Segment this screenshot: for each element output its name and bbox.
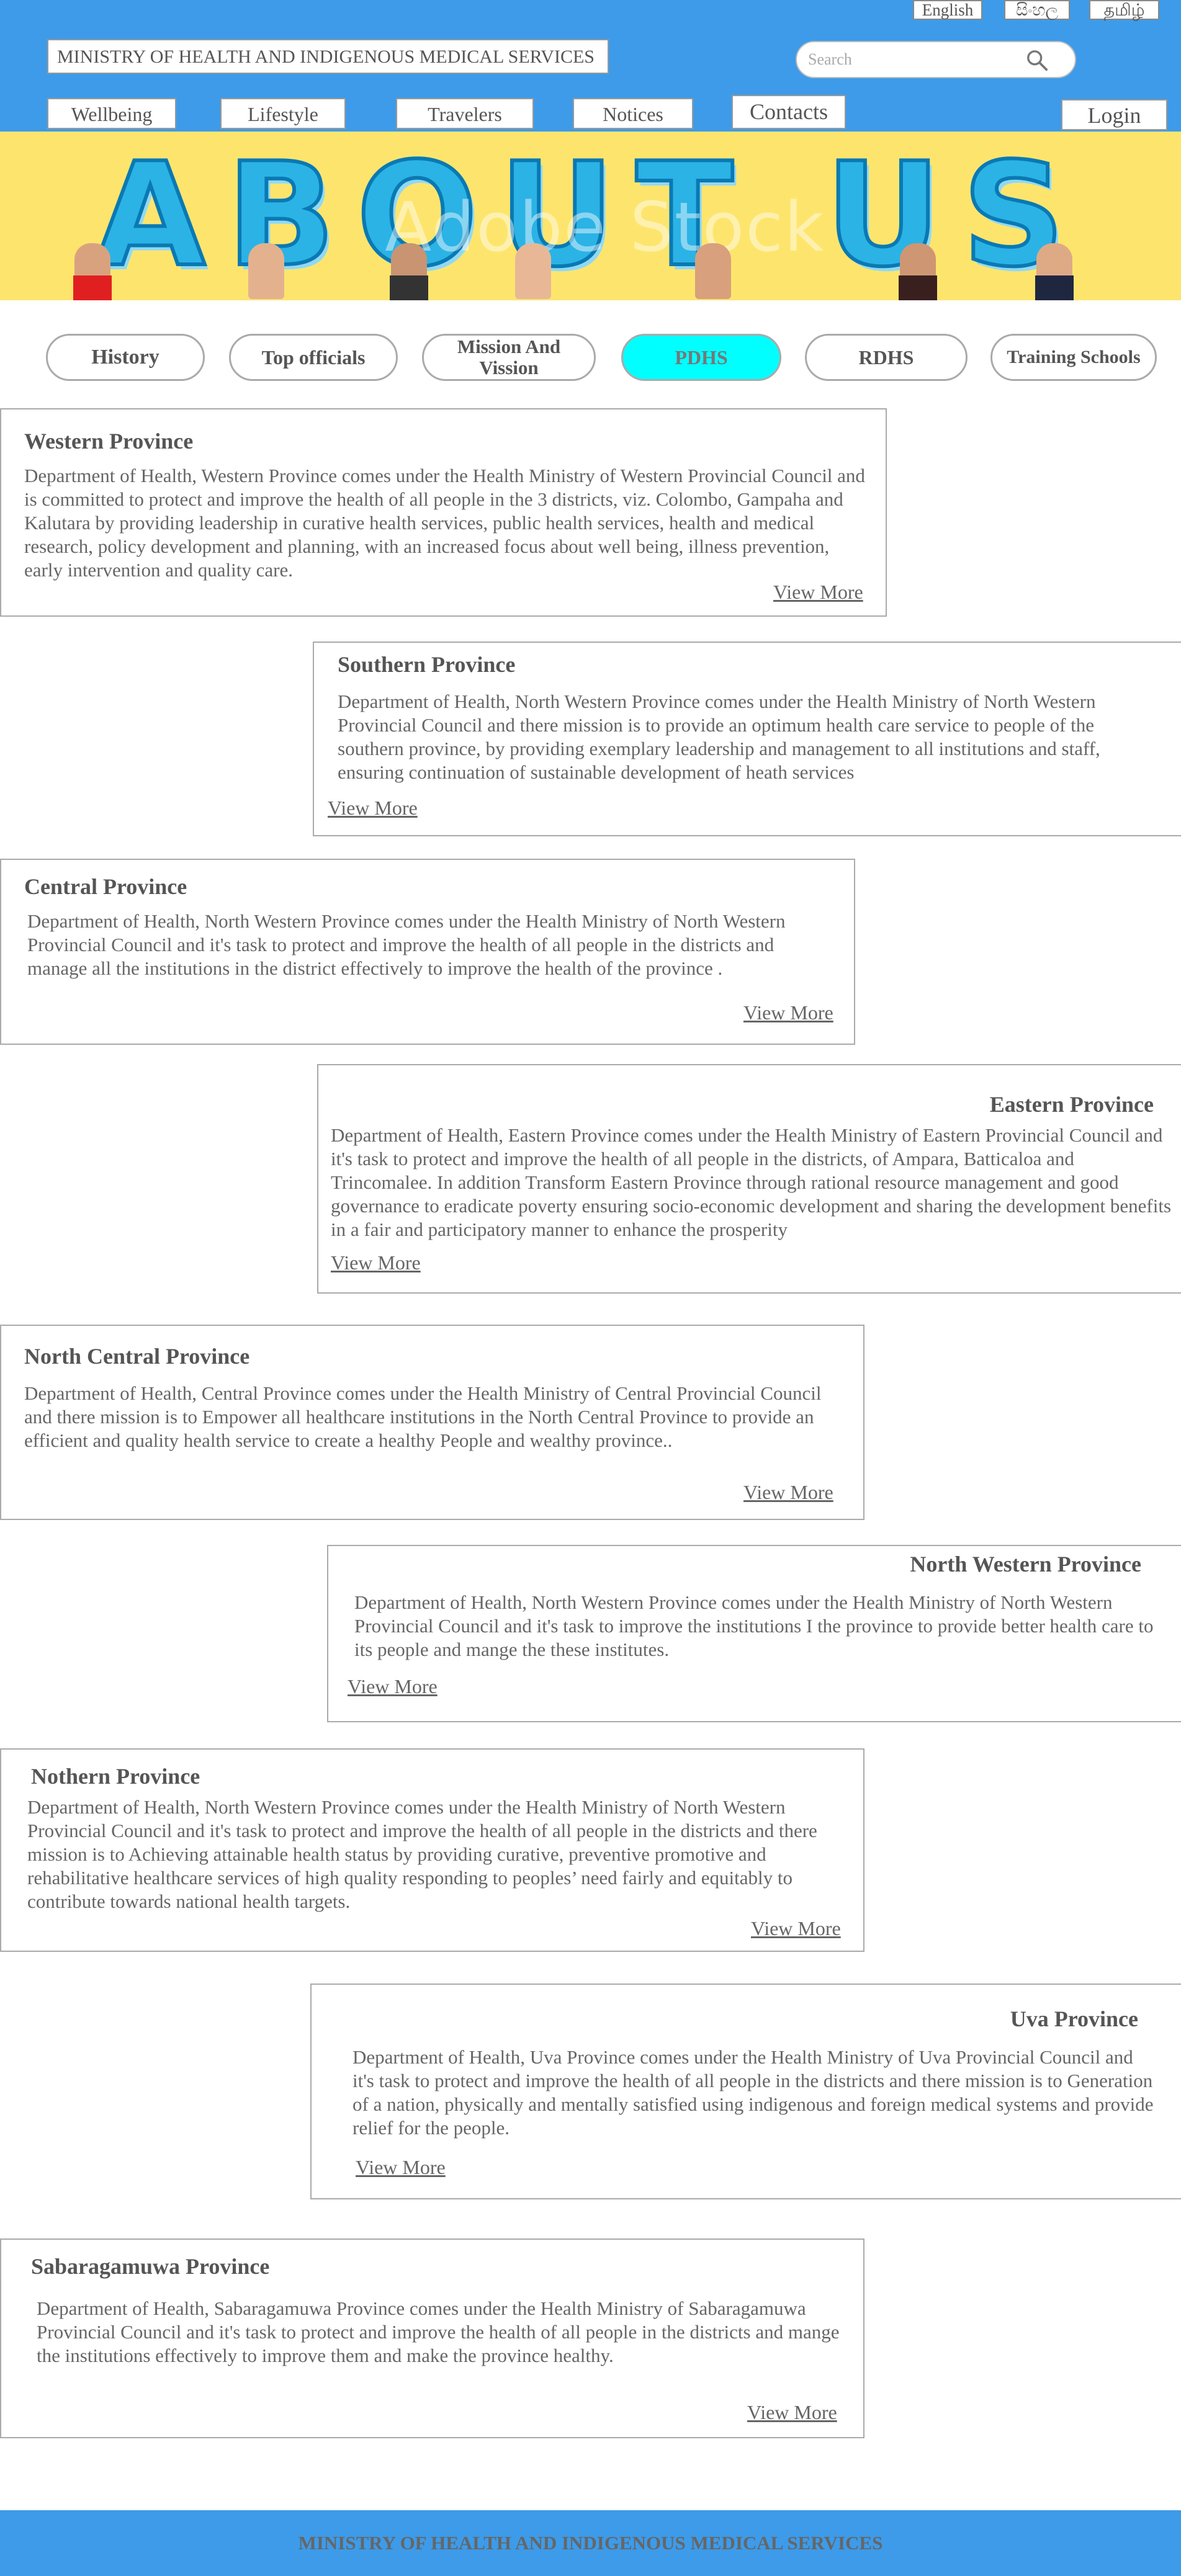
nav-lifestyle[interactable]: Lifestyle [220, 98, 346, 129]
tab-rdhs[interactable]: RDHS [805, 334, 968, 381]
province-card-north-western: North Western Province Department of Hea… [327, 1545, 1181, 1722]
login-button[interactable]: Login [1061, 99, 1167, 130]
province-card-uva: Uva Province Department of Health, Uva P… [310, 1983, 1181, 2199]
footer-ministry-title: MINISTRY OF HEALTH AND INDIGENOUS MEDICA… [298, 2532, 883, 2554]
province-title: Central Province [24, 874, 187, 899]
province-title: Southern Province [338, 652, 516, 677]
province-title: Nothern Province [31, 1764, 200, 1789]
nav-travelers[interactable]: Travelers [396, 98, 534, 129]
province-title: Uva Province [1010, 2006, 1138, 2031]
province-card-sabaragamuwa: Sabaragamuwa Province Department of Heal… [0, 2238, 864, 2438]
banner-watermark: Adobe Stock [385, 187, 825, 267]
sleeve-image [390, 275, 428, 300]
language-english-button[interactable]: English [913, 0, 982, 20]
view-more-link[interactable]: View More [747, 2401, 837, 2424]
hand-image [248, 243, 284, 299]
view-more-link[interactable]: View More [743, 1481, 833, 1504]
province-description: Department of Health, Sabaragamuwa Provi… [37, 2297, 840, 2366]
province-card-central: Central Province Department of Health, N… [0, 859, 855, 1045]
view-more-link[interactable]: View More [356, 2156, 446, 2179]
language-tamil-button[interactable]: தமிழ் [1089, 0, 1159, 20]
province-description: Department of Health, North Western Prov… [354, 1591, 1154, 1660]
search-icon[interactable] [1025, 48, 1049, 72]
view-more-link[interactable]: View More [743, 1001, 833, 1024]
search-placeholder: Search [808, 50, 852, 68]
ministry-title: MINISTRY OF HEALTH AND INDIGENOUS MEDICA… [47, 39, 609, 74]
province-card-north-central: North Central Province Department of Hea… [0, 1325, 864, 1520]
view-more-link[interactable]: View More [331, 1251, 421, 1274]
tab-training-schools[interactable]: Training Schools [990, 334, 1157, 381]
province-card-nothern: Nothern Province Department of Health, N… [0, 1748, 864, 1952]
province-description: Department of Health, Western Province c… [24, 465, 865, 581]
site-footer: MINISTRY OF HEALTH AND INDIGENOUS MEDICA… [0, 2510, 1181, 2576]
about-us-banner: ABOUT US Adobe Stock [0, 132, 1181, 300]
tab-top-officials[interactable]: Top officials [229, 334, 398, 381]
hand-image [515, 243, 551, 299]
province-description: Department of Health, Central Province c… [24, 1382, 822, 1451]
view-more-link[interactable]: View More [773, 581, 863, 604]
province-description: Department of Health, North Western Prov… [27, 1796, 817, 1912]
view-more-link[interactable]: View More [328, 797, 418, 820]
province-card-eastern: Eastern Province Department of Health, E… [317, 1064, 1181, 1294]
search-input[interactable]: Search [796, 41, 1076, 78]
province-description: Department of Health, Eastern Province c… [331, 1124, 1172, 1240]
sleeve-image [899, 275, 937, 300]
view-more-link[interactable]: View More [348, 1675, 438, 1698]
province-title: Eastern Province [989, 1092, 1154, 1117]
tab-mission-and-vission[interactable]: Mission And Vission [422, 334, 596, 381]
language-sinhala-button[interactable]: සිංහල [1004, 0, 1070, 20]
view-more-link[interactable]: View More [751, 1917, 841, 1940]
province-title: North Central Province [24, 1344, 250, 1369]
province-card-western: Western Province Department of Health, W… [0, 408, 887, 617]
sleeve-image [73, 275, 112, 300]
province-description: Department of Health, North Western Prov… [27, 910, 786, 979]
province-title: Western Province [24, 429, 194, 454]
province-card-southern: Southern Province Department of Health, … [313, 642, 1181, 836]
nav-contacts[interactable]: Contacts [732, 95, 846, 129]
province-title: North Western Province [910, 1552, 1141, 1576]
tab-pdhs[interactable]: PDHS [621, 334, 781, 381]
site-header: English සිංහල தமிழ் MINISTRY OF HEALTH A… [0, 0, 1181, 132]
sleeve-image [1035, 275, 1074, 300]
province-description: Department of Health, Uva Province comes… [353, 2046, 1154, 2139]
nav-notices[interactable]: Notices [573, 98, 693, 129]
province-title: Sabaragamuwa Province [31, 2254, 270, 2279]
hand-image [695, 243, 731, 299]
nav-wellbeing[interactable]: Wellbeing [47, 98, 176, 129]
tab-history[interactable]: History [46, 334, 205, 381]
province-description: Department of Health, North Western Prov… [338, 691, 1100, 783]
